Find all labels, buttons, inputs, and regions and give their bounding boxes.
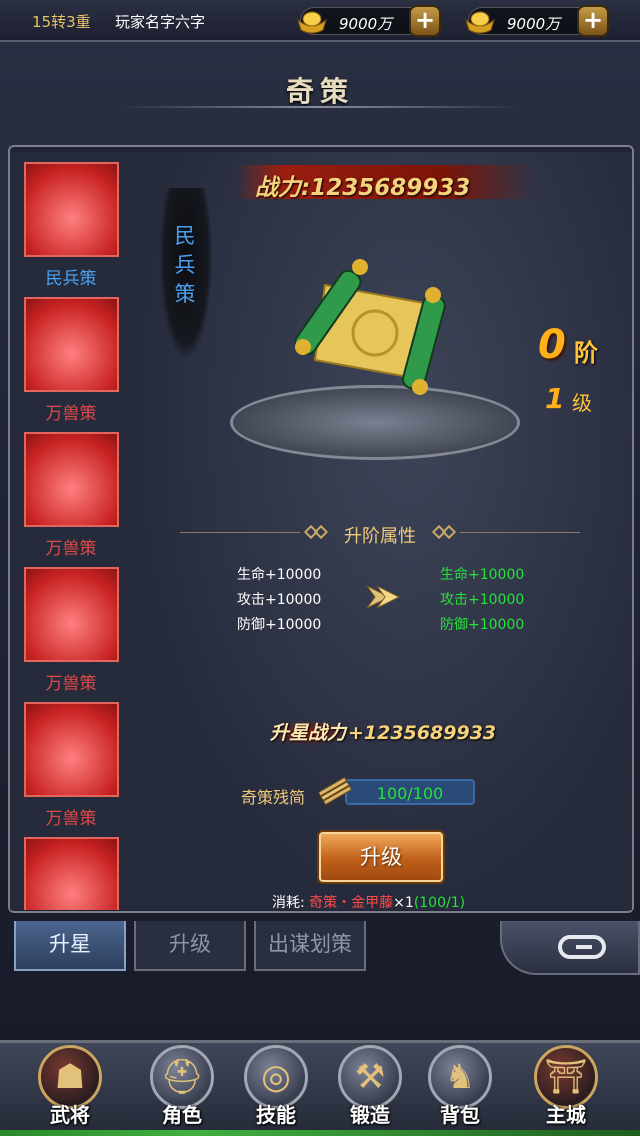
castle-icon: ⛩	[544, 1057, 588, 1097]
upgrade-button[interactable]: 升级	[319, 832, 443, 882]
nav-label: 背包	[440, 1103, 480, 1127]
currency-gold-2: 9000万 +	[465, 5, 609, 37]
nav-main-city[interactable]: ⛩ 主城	[526, 1045, 606, 1131]
strategy-slot-5[interactable]	[24, 702, 119, 797]
page-title: 奇策	[285, 75, 354, 108]
nav-label: 角色	[162, 1103, 202, 1127]
current-stat: 防御+10000	[237, 617, 322, 633]
currency-value: 9000万	[507, 15, 561, 33]
stone-pedestal	[230, 385, 520, 460]
material-progress-text: 100/100	[376, 784, 444, 803]
upgrade-power: 升星战力 +1235689933	[268, 718, 497, 746]
rank-value: 0	[538, 322, 566, 368]
tab-star-up[interactable]: 升星	[14, 921, 126, 971]
currency-value: 9000万	[339, 15, 393, 33]
strategy-label-5: 万兽策	[45, 809, 97, 829]
attr-divider-right	[460, 532, 580, 533]
tab-strategy[interactable]: 出谋划策	[254, 921, 366, 971]
gold-ingot-icon	[297, 11, 327, 34]
bamboo-slip-icon	[318, 776, 352, 806]
add-currency-button[interactable]: +	[409, 5, 441, 37]
swirl-icon: ◎	[261, 1057, 291, 1097]
cost-item: 奇策・金甲藤	[309, 895, 394, 911]
bottom-accent-bar	[0, 1130, 640, 1136]
material-label: 奇策残简	[241, 788, 306, 807]
strategy-slot-6[interactable]	[24, 837, 119, 910]
currency-gold-1: 9000万 +	[297, 5, 441, 37]
top-bar: 15转3重 玩家名字六字 9000万 + 9000万 +	[0, 0, 640, 42]
level-value: 1	[545, 382, 565, 415]
power-label: 战力:	[255, 175, 311, 201]
strategy-list[interactable]: 民兵策 万兽策 万兽策 万兽策 万兽策	[10, 152, 132, 910]
scroll-icon	[295, 259, 446, 395]
material-progress-bar: 100/100	[345, 779, 475, 805]
warrior-helmet-icon: ☗	[54, 1057, 86, 1097]
back-arrow-icon	[558, 935, 606, 959]
nav-label: 技能	[256, 1103, 296, 1127]
upgrade-power-label: 升星战力	[268, 720, 349, 746]
player-name: 玩家名字六字	[115, 13, 206, 31]
attr-divider-left	[180, 532, 300, 533]
nav-forge[interactable]: ⚒ 锻造	[330, 1045, 410, 1131]
nav-character[interactable]: ⛑ 角色	[142, 1045, 222, 1131]
power-display: 战力:1235689933	[255, 168, 470, 202]
helmet-icon: ⛑	[160, 1057, 204, 1097]
strategy-name: 民兵策	[174, 224, 196, 306]
strategy-label-1: 民兵策	[45, 269, 97, 289]
game-screen: 15转3重 玩家名字六字 9000万 + 9000万 + 奇策 民兵策 万兽策	[0, 0, 640, 1136]
power-value: 1235689933	[310, 175, 471, 201]
strategy-slot-3[interactable]	[24, 432, 119, 527]
nav-label: 武将	[50, 1103, 90, 1127]
cost-have: (100/1)	[413, 895, 466, 911]
arrow-right-icon	[366, 585, 401, 609]
current-stat: 生命+10000	[237, 567, 322, 583]
level-unit: 级	[572, 391, 592, 415]
pouch-icon: ♞	[444, 1057, 476, 1097]
nav-generals[interactable]: ☗ 武将	[30, 1045, 110, 1131]
strategy-slot-1[interactable]	[24, 162, 119, 257]
cost-qty: ×1	[393, 895, 414, 911]
strategy-label-3: 万兽策	[45, 539, 97, 559]
nav-bag[interactable]: ♞ 背包	[420, 1045, 500, 1131]
nav-label: 主城	[546, 1103, 586, 1127]
rank-unit: 阶	[574, 339, 598, 367]
next-stat: 攻击+10000	[440, 592, 525, 608]
tab-level-up[interactable]: 升级	[134, 921, 246, 971]
title-divider	[120, 106, 520, 108]
cost-line: 消耗: 奇策・金甲藤×1(100/1)	[272, 892, 465, 912]
nav-label: 锻造	[350, 1103, 390, 1127]
strategy-label-4: 万兽策	[45, 674, 97, 694]
next-stat: 防御+10000	[440, 617, 525, 633]
current-stat: 攻击+10000	[237, 592, 322, 608]
anvil-icon: ⚒	[354, 1057, 386, 1097]
strategy-slot-4[interactable]	[24, 567, 119, 662]
strategy-slot-2[interactable]	[24, 297, 119, 392]
nav-skills[interactable]: ◎ 技能	[236, 1045, 316, 1131]
add-currency-button[interactable]: +	[577, 5, 609, 37]
gold-ingot-icon	[465, 11, 495, 34]
cost-label: 消耗:	[272, 895, 305, 911]
next-stat: 生命+10000	[440, 567, 525, 583]
back-button[interactable]	[500, 921, 640, 975]
strategy-label-2: 万兽策	[45, 404, 97, 424]
upgrade-power-value: +1235689933	[348, 722, 497, 744]
reincarnation-level: 15转3重	[32, 13, 91, 31]
